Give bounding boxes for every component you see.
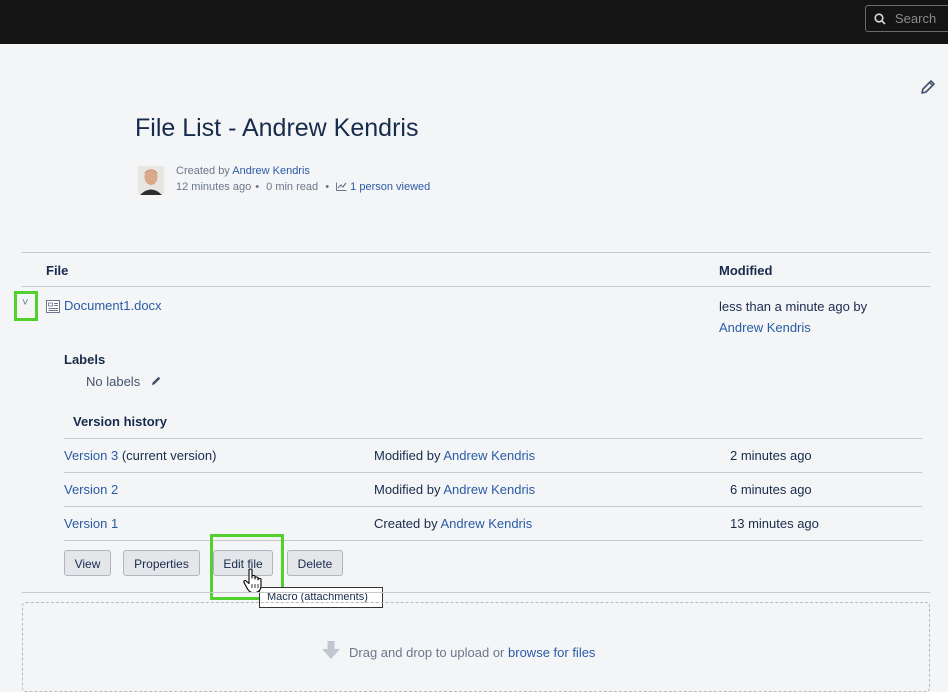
version-history-heading: Version history [73, 414, 167, 429]
version-time: 6 minutes ago [730, 482, 812, 497]
avatar[interactable] [138, 166, 164, 195]
modified-time: less than a minute ago by [719, 299, 868, 314]
labels-heading: Labels [64, 352, 106, 367]
file-column-header[interactable]: File [46, 263, 68, 278]
view-button[interactable]: View [64, 550, 111, 576]
created-time: 12 minutes ago [176, 181, 252, 193]
top-navigation-bar: Search [0, 0, 948, 44]
version-user-link[interactable]: Andrew Kendris [443, 448, 535, 463]
page-views-link[interactable]: 1 person viewed [350, 181, 430, 193]
version-modifier: Modified by Andrew Kendris [374, 482, 535, 497]
version-link[interactable]: Version 3 [64, 448, 118, 463]
divider [64, 438, 922, 439]
divider [22, 286, 930, 287]
properties-button[interactable]: Properties [123, 550, 200, 576]
modified-info: less than a minute ago by Andrew Kendris [719, 296, 867, 338]
dropzone-text: Drag and drop to upload or browse for fi… [349, 645, 595, 660]
version-link[interactable]: Version 2 [64, 482, 118, 497]
version-action: Modified by [374, 448, 441, 463]
edit-labels-pencil-icon[interactable] [151, 375, 162, 386]
search-placeholder: Search [895, 11, 937, 26]
version-action: Created by [374, 516, 438, 531]
byline-prefix: Created by [176, 165, 230, 177]
upload-arrow-icon [322, 641, 340, 659]
version-user-link[interactable]: Andrew Kendris [443, 482, 535, 497]
read-time: 0 min read [266, 181, 319, 193]
divider [64, 540, 922, 541]
author-link[interactable]: Andrew Kendris [232, 165, 310, 177]
version-row-2: Version 2 [64, 482, 118, 497]
version-time: 13 minutes ago [730, 516, 819, 531]
divider [22, 252, 930, 253]
version-modifier: Modified by Andrew Kendris [374, 448, 535, 463]
page-metadata: 12 minutes ago • 0 min read • 1 person vi… [176, 181, 430, 193]
byline: Created by Andrew Kendris [176, 165, 310, 177]
divider [64, 506, 922, 507]
version-modifier: Created by Andrew Kendris [374, 516, 532, 531]
hand-cursor-icon [243, 568, 262, 594]
search-box[interactable]: Search [865, 5, 948, 32]
modified-column-header[interactable]: Modified [719, 263, 772, 278]
dropzone-label: Drag and drop to upload or [349, 645, 505, 660]
separator: • [325, 181, 330, 193]
edit-page-pencil-icon[interactable] [919, 78, 937, 96]
divider [64, 472, 922, 473]
page-title: File List - Andrew Kendris [135, 114, 419, 142]
version-row-3: Version 3 (current version) [64, 448, 216, 463]
version-link[interactable]: Version 1 [64, 516, 118, 531]
expand-toggle[interactable]: ˅ [14, 291, 38, 321]
version-note: (current version) [121, 448, 217, 463]
browse-files-link[interactable]: browse for files [508, 645, 595, 660]
version-action: Modified by [374, 482, 441, 497]
chart-icon [336, 182, 347, 191]
file-link[interactable]: Document1.docx [64, 298, 162, 313]
version-row-1: Version 1 [64, 516, 118, 531]
modified-by-link[interactable]: Andrew Kendris [719, 320, 811, 335]
divider [22, 592, 930, 593]
chevron-down-icon: ˅ [22, 297, 29, 309]
no-labels-text: No labels [86, 374, 141, 389]
search-icon [874, 13, 886, 25]
version-time: 2 minutes ago [730, 448, 812, 463]
file-icon [46, 300, 60, 313]
delete-button[interactable]: Delete [287, 550, 343, 576]
version-user-link[interactable]: Andrew Kendris [441, 516, 533, 531]
separator: • [255, 181, 260, 193]
